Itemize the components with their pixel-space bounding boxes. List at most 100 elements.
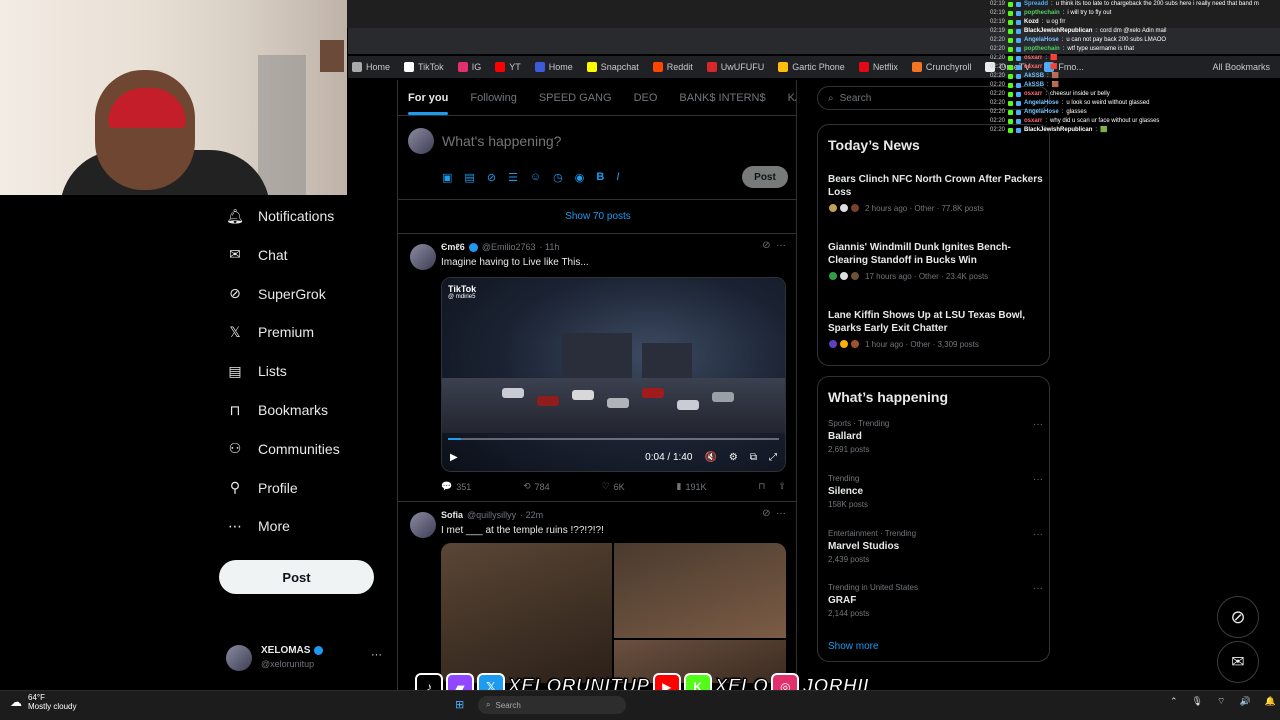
tab-deo[interactable]: DEO — [634, 92, 658, 104]
tab-for-you[interactable]: For you — [408, 92, 449, 115]
show-new-posts-link[interactable]: Show 70 posts — [398, 200, 796, 234]
post-button[interactable]: Post — [219, 560, 374, 594]
video-progress-bar[interactable] — [448, 438, 779, 440]
play-icon[interactable]: ▶ — [450, 452, 458, 463]
wifi-icon[interactable]: ⌔ — [1217, 696, 1225, 707]
avatar[interactable] — [410, 512, 436, 538]
bookmark-item[interactable]: Netflix — [858, 62, 898, 72]
notification-bell-icon[interactable]: 🔔 — [1265, 696, 1276, 707]
volume-icon[interactable]: 🔊 — [1239, 696, 1250, 707]
post-time[interactable]: · 11h — [539, 242, 559, 252]
news-item-meta: 2 hours ago · Other · 77.8K posts — [865, 203, 984, 213]
trend-more-icon[interactable]: ··· — [1033, 583, 1043, 594]
schedule-icon[interactable]: ◷ — [553, 171, 563, 184]
trend-more-icon[interactable]: ··· — [1033, 529, 1043, 540]
settings-icon[interactable]: ⚙ — [729, 452, 738, 463]
reply-button[interactable]: 💬 351 — [441, 481, 471, 492]
trend-posts: 2,144 posts — [828, 609, 870, 618]
show-more-link[interactable]: Show more — [828, 641, 879, 652]
compose-post-button[interactable]: Post — [742, 166, 788, 188]
bookmark-item[interactable]: YT — [495, 62, 521, 72]
chat-badge-icon — [1008, 101, 1014, 106]
bookmark-item[interactable]: Snapchat — [586, 62, 639, 72]
mute-icon[interactable]: 🔇 — [704, 452, 716, 463]
weather-widget[interactable]: ☁ 64°F Mostly cloudy — [10, 693, 76, 711]
photo[interactable] — [441, 543, 612, 683]
tab-speed-gang[interactable]: SPEED GANG — [539, 92, 612, 104]
gif-icon[interactable]: ▤ — [464, 171, 474, 184]
bookmark-item[interactable]: IG — [457, 62, 481, 72]
like-button[interactable]: ♡ 6K — [602, 481, 625, 492]
bookmark-item[interactable]: Reddit — [652, 62, 693, 72]
sidebar-item-more[interactable]: ⋯ More — [226, 517, 290, 535]
photo[interactable] — [614, 543, 786, 638]
repost-button[interactable]: ⟲ 784 — [523, 481, 550, 492]
windows-start-icon[interactable]: ⊞ — [455, 698, 464, 711]
bookmark-favicon-icon — [586, 62, 597, 72]
post-author-handle[interactable]: @Emilio2763 — [482, 242, 536, 252]
post[interactable]: Єmℓ6 @Emilio2763 · 11h ⊘ ··· Imagine hav… — [398, 234, 796, 502]
trend-item[interactable]: Trending Silence 158K posts ··· — [828, 474, 1043, 509]
emoji-icon[interactable]: ☺ — [530, 171, 541, 184]
poll-icon[interactable]: ☰ — [508, 171, 518, 184]
image-icon[interactable]: ▣ — [442, 171, 452, 184]
trend-more-icon[interactable]: ··· — [1033, 419, 1043, 430]
share-icon[interactable]: ⇪ — [778, 481, 786, 492]
post-author-name[interactable]: Sofia — [441, 510, 463, 520]
compose-input[interactable] — [442, 133, 742, 149]
tab-bank-intern-[interactable]: BANK$ INTERN$ — [679, 92, 765, 104]
location-icon[interactable]: ◉ — [575, 171, 585, 184]
bookmark-item[interactable]: UwUFUFU — [706, 62, 764, 72]
grok-fab[interactable]: ⊘ — [1217, 596, 1259, 638]
bookmark-item[interactable]: TikTok — [404, 62, 444, 72]
tab-following[interactable]: Following — [470, 92, 516, 104]
list-icon: ▤ — [228, 362, 242, 379]
post-author-name[interactable]: Єmℓ6 — [441, 242, 465, 252]
post-time[interactable]: · 22m — [520, 510, 543, 520]
sidebar-item-profile[interactable]: ⚲ Profile — [226, 479, 298, 497]
chat-text: u og frr — [1046, 19, 1066, 25]
post-author-handle[interactable]: @quillysillyy — [467, 510, 516, 520]
fullscreen-icon[interactable]: ⤢ — [769, 452, 777, 463]
bookmark-item[interactable]: Gartic Phone — [778, 62, 845, 72]
sidebar-item-chat[interactable]: ✉ Chat — [226, 246, 287, 264]
bookmark-item[interactable]: Home — [534, 62, 573, 72]
news-avatar — [828, 203, 838, 213]
news-item[interactable]: Lane Kiffin Shows Up at LSU Texas Bowl, … — [828, 309, 1043, 349]
video-player[interactable]: TikTok @ mdirie5 ▶ 0:04 / 1:40 🔇 ⚙ ⧉ ⤢ — [441, 277, 786, 472]
avatar[interactable] — [410, 244, 436, 270]
sidebar-item-bookmarks[interactable]: ⊓ Bookmarks — [226, 401, 329, 419]
trend-item[interactable]: Trending in United States GRAF 2,144 pos… — [828, 583, 1043, 618]
grok-icon[interactable]: ⊘ — [487, 171, 496, 184]
bookmark-item[interactable]: Crunchyroll — [911, 62, 971, 72]
chevron-up-icon[interactable]: ⌃ — [1170, 696, 1178, 707]
trend-item[interactable]: Sports · Trending Ballard 2,691 posts ··… — [828, 419, 1043, 454]
chat-username: osxarr — [1024, 55, 1043, 61]
sidebar-item-notifications[interactable]: 🔔︎ Notifications — [226, 207, 334, 225]
views-button[interactable]: ▮ 191K — [677, 481, 707, 492]
photo-grid[interactable] — [441, 543, 786, 683]
trend-item[interactable]: Entertainment · Trending Marvel Studios … — [828, 529, 1043, 564]
post-more-icon[interactable]: ⊘ ··· — [762, 240, 786, 251]
chat-username: osxarr — [1024, 91, 1043, 97]
sidebar-item-premium[interactable]: 𝕏 Premium — [226, 323, 314, 341]
chat-time: 02:20 — [990, 91, 1006, 97]
messages-fab[interactable]: ✉ — [1217, 641, 1259, 683]
mic-icon[interactable]: 🎙 — [1192, 696, 1203, 707]
taskbar-search[interactable]: ⌕ Search — [478, 696, 626, 714]
tab-kai-ma[interactable]: KAI MA — [788, 92, 796, 104]
bookmark-icon[interactable]: ⊓ — [758, 481, 765, 492]
italic-icon[interactable]: I — [616, 171, 619, 184]
sidebar-item-communities[interactable]: ⚇ Communities — [226, 440, 340, 458]
pip-icon[interactable]: ⧉ — [750, 452, 757, 463]
post-more-icon[interactable]: ⊘ ··· — [762, 508, 786, 519]
chat-time: 02:20 — [990, 82, 1006, 88]
bold-icon[interactable]: B — [596, 171, 604, 184]
account-switcher[interactable]: XELOMAS @xelorunitup ··· — [226, 643, 386, 673]
trend-more-icon[interactable]: ··· — [1033, 474, 1043, 485]
news-item[interactable]: Giannis' Windmill Dunk Ignites Bench-Cle… — [828, 241, 1043, 281]
bookmark-item[interactable]: Home — [352, 62, 390, 72]
sidebar-item-supergrok[interactable]: ⊘ SuperGrok — [226, 285, 326, 303]
sidebar-item-lists[interactable]: ▤ Lists — [226, 362, 286, 380]
account-more-icon[interactable]: ··· — [371, 649, 382, 661]
